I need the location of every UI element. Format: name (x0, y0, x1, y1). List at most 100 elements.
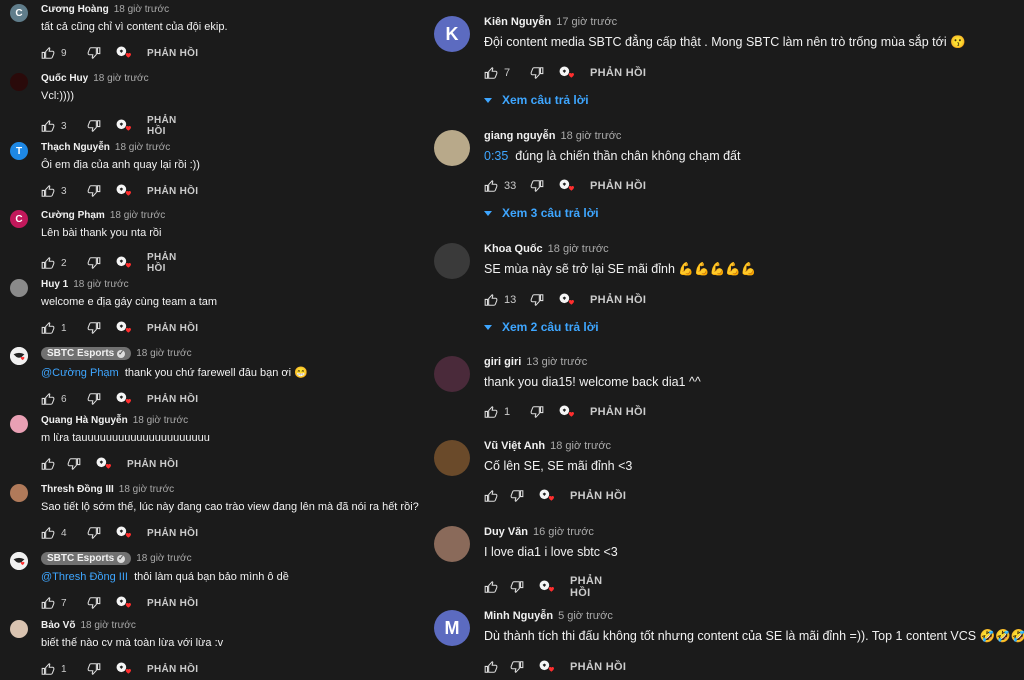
reply-button[interactable]: PHẢN HỒI (590, 180, 646, 192)
comment-time[interactable]: 18 giờ trước (561, 130, 622, 142)
author-name[interactable]: Cường Phạm (41, 210, 105, 221)
author-name[interactable]: Quang Hà Nguyễn (41, 415, 128, 426)
like-icon[interactable] (484, 67, 498, 79)
like-icon[interactable] (484, 294, 498, 306)
dislike-icon[interactable] (530, 180, 544, 192)
comment-time[interactable]: 18 giờ trước (136, 553, 191, 564)
comment-time[interactable]: 18 giờ trước (110, 210, 165, 221)
avatar[interactable] (10, 484, 28, 502)
view-replies-button[interactable]: Xem câu trả lời (484, 93, 966, 107)
author-name[interactable]: SBTC Esports ✓ (41, 347, 132, 360)
avatar[interactable] (10, 347, 28, 365)
author-name[interactable]: Duy Văn (484, 526, 528, 538)
author-name[interactable]: Huy 1 (41, 279, 68, 290)
mention-link[interactable]: @Cường Phạm (41, 367, 119, 379)
comment-time[interactable]: 5 giờ trước (558, 610, 613, 622)
author-name[interactable]: giri giri (484, 356, 521, 368)
author-name[interactable]: Bảo Võ (41, 620, 75, 631)
dislike-icon[interactable] (530, 294, 544, 306)
view-replies-button[interactable]: Xem 2 câu trả lời (484, 320, 756, 334)
like-icon[interactable] (41, 597, 55, 609)
avatar[interactable] (10, 279, 28, 297)
like-icon[interactable] (484, 180, 498, 192)
comment-time[interactable]: 18 giờ trước (73, 279, 128, 290)
comment-time[interactable]: 18 giờ trước (119, 484, 174, 495)
author-name[interactable]: Quốc Huy (41, 73, 88, 84)
dislike-icon[interactable] (87, 527, 101, 539)
comment-time[interactable]: 18 giờ trước (133, 415, 188, 426)
avatar[interactable]: M (434, 610, 470, 646)
avatar[interactable]: T (10, 142, 28, 160)
reply-button[interactable]: PHẢN HỒI (590, 67, 646, 79)
like-icon[interactable] (484, 661, 498, 673)
author-name[interactable]: Thạch Nguyễn (41, 142, 110, 153)
comment-time[interactable]: 18 giờ trước (115, 142, 170, 153)
avatar[interactable] (10, 552, 28, 570)
like-icon[interactable] (41, 322, 55, 334)
dislike-icon[interactable] (87, 393, 101, 405)
comment-time[interactable]: 18 giờ trước (80, 620, 135, 631)
dislike-icon[interactable] (510, 490, 524, 502)
reply-button[interactable]: PHẢN HỒI (147, 252, 177, 274)
like-icon[interactable] (41, 527, 55, 539)
author-name[interactable]: Khoa Quốc (484, 243, 543, 255)
like-icon[interactable] (41, 185, 55, 197)
like-icon[interactable] (484, 490, 498, 502)
reply-button[interactable]: PHẢN HỒI (570, 575, 618, 599)
like-icon[interactable] (41, 120, 55, 132)
dislike-icon[interactable] (87, 47, 101, 59)
author-name[interactable]: Cương Hoàng (41, 4, 109, 15)
author-name[interactable]: Vũ Việt Anh (484, 440, 545, 452)
avatar[interactable] (10, 73, 28, 91)
author-name[interactable]: Thresh Đồng III (41, 484, 114, 495)
dislike-icon[interactable] (87, 322, 101, 334)
comment-time[interactable]: 17 giờ trước (556, 16, 617, 28)
view-replies-button[interactable]: Xem 3 câu trả lời (484, 206, 740, 220)
reply-button[interactable]: PHẢN HỒI (127, 459, 178, 470)
comment-time[interactable]: 18 giờ trước (136, 348, 191, 359)
reply-button[interactable]: PHẢN HỒI (147, 664, 198, 675)
mention-link[interactable]: @Thresh Đồng III (41, 571, 128, 583)
like-icon[interactable] (484, 581, 498, 593)
reply-button[interactable]: PHẢN HỒI (147, 394, 198, 405)
comment-time[interactable]: 13 giờ trước (526, 356, 587, 368)
timestamp-link[interactable]: 0:35 (484, 149, 508, 163)
like-icon[interactable] (41, 458, 55, 470)
avatar[interactable] (434, 130, 470, 166)
reply-button[interactable]: PHẢN HỒI (147, 528, 198, 539)
like-icon[interactable] (41, 663, 55, 675)
comment-time[interactable]: 16 giờ trước (533, 526, 594, 538)
avatar[interactable] (434, 526, 470, 562)
reply-button[interactable]: PHẢN HỒI (590, 294, 646, 306)
avatar[interactable]: C (10, 210, 28, 228)
dislike-icon[interactable] (87, 597, 101, 609)
reply-button[interactable]: PHẢN HỒI (590, 406, 646, 418)
dislike-icon[interactable] (67, 458, 81, 470)
like-icon[interactable] (41, 393, 55, 405)
dislike-icon[interactable] (87, 663, 101, 675)
avatar[interactable]: K (434, 16, 470, 52)
avatar[interactable] (434, 440, 470, 476)
author-name[interactable]: giang nguyễn (484, 130, 556, 142)
avatar[interactable]: C (10, 4, 28, 22)
avatar[interactable] (10, 415, 28, 433)
reply-button[interactable]: PHẢN HỒI (570, 661, 626, 673)
comment-time[interactable]: 18 giờ trước (93, 73, 148, 84)
avatar[interactable] (434, 243, 470, 279)
like-icon[interactable] (41, 257, 55, 269)
comment-time[interactable]: 18 giờ trước (548, 243, 609, 255)
avatar[interactable] (434, 356, 470, 392)
like-icon[interactable] (484, 406, 498, 418)
author-name[interactable]: Kiên Nguyễn (484, 16, 551, 28)
reply-button[interactable]: PHẢN HỒI (147, 323, 198, 334)
comment-time[interactable]: 18 giờ trước (550, 440, 611, 452)
reply-button[interactable]: PHẢN HỒI (147, 48, 198, 59)
author-name[interactable]: SBTC Esports ✓ (41, 552, 132, 565)
dislike-icon[interactable] (530, 67, 544, 79)
avatar[interactable] (10, 620, 28, 638)
dislike-icon[interactable] (530, 406, 544, 418)
reply-button[interactable]: PHẢN HỒI (570, 490, 626, 502)
dislike-icon[interactable] (87, 185, 101, 197)
dislike-icon[interactable] (510, 581, 524, 593)
like-icon[interactable] (41, 47, 55, 59)
